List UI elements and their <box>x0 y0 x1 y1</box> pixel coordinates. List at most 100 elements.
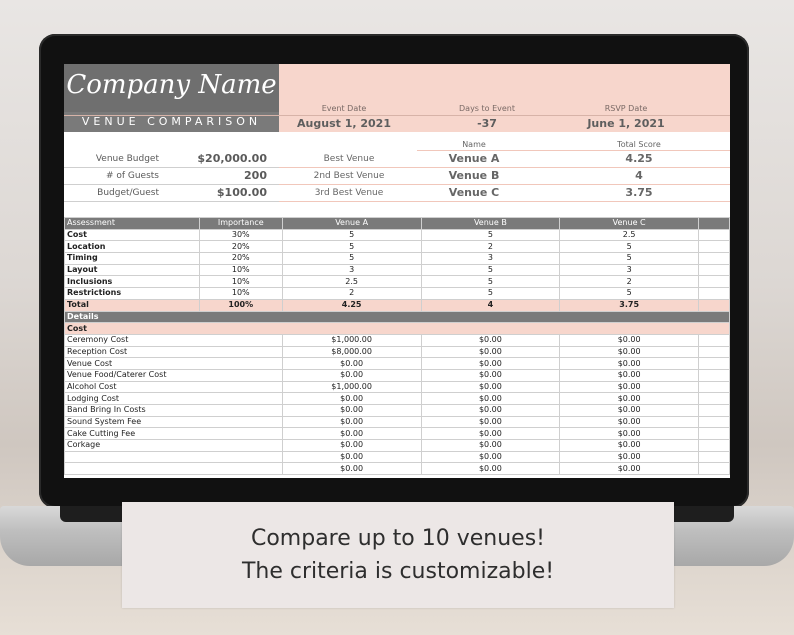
cost-cell[interactable]: $0.00 <box>559 345 700 359</box>
cost-cell[interactable]: $0.00 <box>420 333 561 347</box>
table-row: Alcohol Cost $1,000.00 $0.00 $0.00 <box>64 380 730 394</box>
score-cell[interactable]: 5 <box>559 287 700 300</box>
cost-item-name[interactable]: Sound System Fee <box>64 415 283 429</box>
empty-cell <box>698 427 730 441</box>
budget-per-guest-row[interactable]: Budget/Guest $100.00 <box>64 185 279 202</box>
cost-item-name[interactable]: Cake Cutting Fee <box>64 427 283 441</box>
cost-cell[interactable]: $0.00 <box>420 462 561 476</box>
cost-cell[interactable]: $1,000.00 <box>281 380 422 394</box>
rank-venue-name: Venue C <box>448 186 500 199</box>
score-cell[interactable]: 5 <box>281 240 422 254</box>
cost-cell[interactable]: $0.00 <box>420 380 561 394</box>
guests-row[interactable]: # of Guests 200 <box>64 168 279 185</box>
cost-item-name[interactable]: Alcohol Cost <box>64 380 283 394</box>
empty-cell <box>698 392 730 405</box>
info-value[interactable]: $100.00 <box>182 186 267 199</box>
cost-item-name[interactable]: Corkage <box>64 439 283 452</box>
cost-cell[interactable]: $0.00 <box>420 368 561 382</box>
score-cell[interactable]: 5 <box>559 240 700 254</box>
cost-item-name[interactable]: Band Bring In Costs <box>64 404 283 417</box>
company-name: Company Name <box>66 70 277 100</box>
cost-cell[interactable]: $0.00 <box>281 427 422 441</box>
cost-cell[interactable]: $0.00 <box>559 368 700 382</box>
rsvp-date-value[interactable]: June 1, 2021 <box>561 117 691 130</box>
cost-cell[interactable]: $0.00 <box>559 415 700 429</box>
cost-cell[interactable]: $1,000.00 <box>281 333 422 347</box>
table-row: Venue Food/Caterer Cost $0.00 $0.00 $0.00 <box>64 368 730 382</box>
empty-cell <box>698 357 730 370</box>
assessment-table: Assessment Importance Venue A Venue B Ve… <box>64 217 730 476</box>
cost-cell[interactable]: $0.00 <box>420 392 561 405</box>
cost-cell[interactable]: $0.00 <box>559 380 700 394</box>
total-row: Total 100% 4.25 4 3.75 <box>64 298 730 312</box>
event-summary-header: Event Date August 1, 2021 Days to Event … <box>279 64 730 132</box>
score-cell[interactable]: 5 <box>281 228 422 242</box>
cost-cell[interactable]: $0.00 <box>281 415 422 429</box>
cost-cell[interactable]: $0.00 <box>281 404 422 417</box>
cost-cell[interactable]: $0.00 <box>559 427 700 441</box>
event-date-value[interactable]: August 1, 2021 <box>279 117 409 130</box>
cost-cell[interactable]: $0.00 <box>420 450 561 464</box>
rank-row: Best Venue Venue A 4.25 <box>279 151 730 168</box>
score-cell[interactable]: 3 <box>281 263 422 277</box>
score-cell[interactable]: 5 <box>281 252 422 265</box>
days-to-event-value[interactable]: -37 <box>422 117 552 130</box>
cost-item-name[interactable]: Venue Food/Caterer Cost <box>64 368 283 382</box>
score-cell[interactable]: 2.5 <box>281 275 422 289</box>
score-cell[interactable]: 20% <box>198 240 283 254</box>
score-cell[interactable]: 5 <box>420 275 561 289</box>
cost-cell[interactable]: $0.00 <box>420 439 561 452</box>
score-cell[interactable]: 2 <box>559 275 700 289</box>
table-row: Layout 10% 3 5 3 <box>64 263 730 277</box>
cost-item-name[interactable]: Reception Cost <box>64 345 283 359</box>
cost-item-name[interactable]: Ceremony Cost <box>64 333 283 347</box>
cost-cell[interactable]: $0.00 <box>420 357 561 370</box>
score-cell[interactable]: 5 <box>559 252 700 265</box>
score-cell[interactable]: 3 <box>420 252 561 265</box>
score-cell[interactable]: 5 <box>420 287 561 300</box>
cost-cell[interactable]: $0.00 <box>281 462 422 476</box>
score-cell[interactable]: 2 <box>281 287 422 300</box>
empty-cell <box>698 263 730 277</box>
name-column-label: Name <box>462 140 486 149</box>
score-cell[interactable]: 10% <box>198 275 283 289</box>
cost-cell[interactable]: $0.00 <box>420 427 561 441</box>
cost-cell[interactable]: $0.00 <box>559 392 700 405</box>
cost-cell[interactable]: $0.00 <box>559 439 700 452</box>
table-row: Location 20% 5 2 5 <box>64 240 730 254</box>
score-cell[interactable]: 10% <box>198 263 283 277</box>
cost-item-name[interactable] <box>64 450 283 464</box>
score-cell[interactable]: 10% <box>198 287 283 300</box>
cost-cell[interactable]: $0.00 <box>559 357 700 370</box>
cost-cell[interactable]: $0.00 <box>281 439 422 452</box>
cost-cell[interactable]: $0.00 <box>281 450 422 464</box>
venue-budget-row[interactable]: Venue Budget $20,000.00 <box>64 151 279 168</box>
table-row: Sound System Fee $0.00 $0.00 $0.00 <box>64 415 730 429</box>
score-cell[interactable]: 3 <box>559 263 700 277</box>
cost-item-name[interactable] <box>64 462 283 476</box>
cost-cell[interactable]: $8,000.00 <box>281 345 422 359</box>
cost-cell[interactable]: $0.00 <box>281 368 422 382</box>
column-header: Venue B <box>420 217 561 230</box>
cost-item-name[interactable]: Lodging Cost <box>64 392 283 405</box>
cost-cell[interactable]: $0.00 <box>420 345 561 359</box>
cost-cell[interactable]: $0.00 <box>559 404 700 417</box>
cost-cell[interactable]: $0.00 <box>420 415 561 429</box>
cost-cell[interactable]: $0.00 <box>559 450 700 464</box>
score-cell[interactable]: 5 <box>420 228 561 242</box>
score-cell[interactable]: 2 <box>420 240 561 254</box>
info-value[interactable]: 200 <box>182 169 267 182</box>
score-cell[interactable]: 20% <box>198 252 283 265</box>
table-row: Corkage $0.00 $0.00 $0.00 <box>64 439 730 452</box>
table-row: Lodging Cost $0.00 $0.00 $0.00 <box>64 392 730 405</box>
cost-cell[interactable]: $0.00 <box>559 333 700 347</box>
cost-cell[interactable]: $0.00 <box>559 462 700 476</box>
cost-cell[interactable]: $0.00 <box>420 404 561 417</box>
score-cell[interactable]: 5 <box>420 263 561 277</box>
cost-item-name[interactable]: Venue Cost <box>64 357 283 370</box>
cost-cell[interactable]: $0.00 <box>281 392 422 405</box>
cost-cell[interactable]: $0.00 <box>281 357 422 370</box>
info-value[interactable]: $20,000.00 <box>182 152 267 165</box>
score-cell[interactable]: 30% <box>198 228 283 242</box>
score-cell[interactable]: 2.5 <box>559 228 700 242</box>
